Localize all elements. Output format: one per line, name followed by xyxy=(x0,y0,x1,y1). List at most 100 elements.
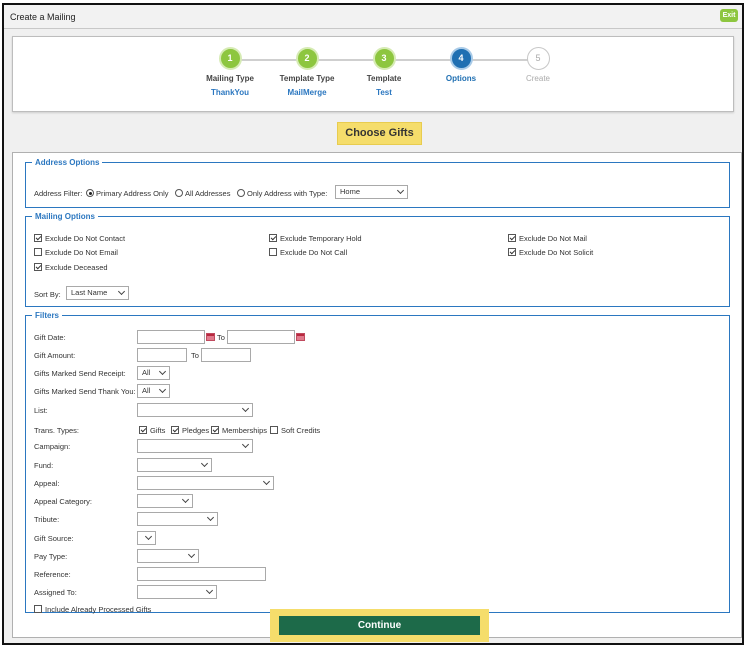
step-1-value: ThankYou xyxy=(210,88,250,97)
calendar-icon[interactable] xyxy=(206,333,215,341)
checkbox-icon xyxy=(171,426,179,434)
exit-button[interactable]: Exit xyxy=(720,9,738,22)
options-panel: Address Options Address Filter: Primary … xyxy=(12,152,742,638)
gift-date-label: Gift Date: xyxy=(34,333,66,342)
sort-by-select[interactable]: Last Name xyxy=(66,286,129,300)
send-thankyou-label: Gifts Marked Send Thank You: xyxy=(34,387,136,396)
checkbox-trans-gifts[interactable]: Gifts xyxy=(139,426,165,435)
send-receipt-select[interactable]: All xyxy=(137,366,170,380)
step-3-circle: 3 xyxy=(372,47,396,70)
step-template[interactable]: 3 Template Test xyxy=(354,47,414,97)
checkbox-icon xyxy=(270,426,278,434)
checkbox-icon xyxy=(34,234,42,242)
title-bar: Create a Mailing Exit xyxy=(4,5,742,29)
list-select[interactable] xyxy=(137,403,253,417)
checkbox-exclude-deceased[interactable]: Exclude Deceased xyxy=(34,263,108,272)
sort-by-label: Sort By: xyxy=(34,290,61,299)
gift-amount-to-label: To xyxy=(191,351,199,360)
dialog-title: Create a Mailing xyxy=(10,12,76,22)
chevron-down-icon xyxy=(206,513,215,522)
address-options-group: Address Options Address Filter: Primary … xyxy=(25,158,730,208)
radio-all-addresses[interactable]: All Addresses xyxy=(175,189,230,198)
chevron-down-icon xyxy=(117,287,126,296)
checkbox-exclude-do-not-email[interactable]: Exclude Do Not Email xyxy=(34,248,118,257)
radio-icon xyxy=(86,189,94,197)
tribute-select[interactable] xyxy=(137,512,218,526)
checkbox-icon xyxy=(34,248,42,256)
checkbox-icon xyxy=(34,263,42,271)
step-create: 5 Create xyxy=(508,47,568,83)
mailing-options-legend: Mailing Options xyxy=(35,212,95,221)
step-2-label: Template Type xyxy=(279,74,335,83)
campaign-label: Campaign: xyxy=(34,442,71,451)
checkbox-icon xyxy=(34,605,42,613)
checkbox-trans-memberships[interactable]: Memberships xyxy=(211,426,267,435)
pay-type-select[interactable] xyxy=(137,549,199,563)
appeal-category-label: Appeal Category: xyxy=(34,497,92,506)
gift-amount-to-input[interactable] xyxy=(201,348,251,362)
reference-input[interactable] xyxy=(137,567,266,581)
address-filter-label: Address Filter: xyxy=(34,189,83,198)
send-thankyou-select[interactable]: All xyxy=(137,384,170,398)
checkbox-exclude-do-not-call[interactable]: Exclude Do Not Call xyxy=(269,248,347,257)
continue-highlight: Continue xyxy=(270,609,489,642)
appeal-select[interactable] xyxy=(137,476,274,490)
fund-select[interactable] xyxy=(137,458,212,472)
gift-source-label: Gift Source: xyxy=(34,534,74,543)
continue-button[interactable]: Continue xyxy=(279,616,480,635)
step-5-label: Create xyxy=(525,74,550,83)
step-mailing-type[interactable]: 1 Mailing Type ThankYou xyxy=(200,47,260,97)
chevron-down-icon xyxy=(144,532,153,541)
list-label: List: xyxy=(34,406,48,415)
chevron-down-icon xyxy=(200,459,209,468)
chevron-down-icon xyxy=(181,495,190,504)
filters-group: Filters Gift Date: To Gift Amount: To Gi… xyxy=(25,311,730,614)
checkbox-exclude-do-not-contact[interactable]: Exclude Do Not Contact xyxy=(34,234,125,243)
gift-date-from-input[interactable] xyxy=(137,330,205,344)
address-options-legend: Address Options xyxy=(35,158,100,167)
choose-gifts-heading: Choose Gifts xyxy=(337,122,422,145)
appeal-category-select[interactable] xyxy=(137,494,193,508)
fund-label: Fund: xyxy=(34,461,54,470)
reference-label: Reference: xyxy=(34,570,71,579)
trans-types-label: Trans. Types: xyxy=(34,426,80,435)
radio-primary-address[interactable]: Primary Address Only xyxy=(86,189,169,198)
chevron-down-icon xyxy=(262,477,271,486)
gift-source-select[interactable] xyxy=(137,531,156,545)
assigned-to-label: Assigned To: xyxy=(34,588,77,597)
checkbox-icon xyxy=(508,234,516,242)
campaign-select[interactable] xyxy=(137,439,253,453)
step-template-type[interactable]: 2 Template Type MailMerge xyxy=(277,47,337,97)
assigned-to-select[interactable] xyxy=(137,585,217,599)
step-1-label: Mailing Type xyxy=(206,74,254,83)
chevron-down-icon xyxy=(396,186,405,195)
gift-date-to-input[interactable] xyxy=(227,330,295,344)
step-3-value: Test xyxy=(376,88,392,97)
checkbox-icon xyxy=(211,426,219,434)
checkbox-trans-pledges[interactable]: Pledges xyxy=(171,426,209,435)
step-2-circle: 2 xyxy=(295,47,319,70)
checkbox-icon xyxy=(508,248,516,256)
checkbox-exclude-temporary-hold[interactable]: Exclude Temporary Hold xyxy=(269,234,362,243)
gift-amount-label: Gift Amount: xyxy=(34,351,76,360)
radio-icon xyxy=(175,189,183,197)
step-4-label: Options xyxy=(445,74,477,83)
filters-legend: Filters xyxy=(35,311,60,320)
checkbox-exclude-do-not-mail[interactable]: Exclude Do Not Mail xyxy=(508,234,587,243)
radio-icon xyxy=(237,189,245,197)
checkbox-icon xyxy=(269,234,277,242)
chevron-down-icon xyxy=(205,586,214,595)
checkbox-include-processed[interactable]: Include Already Processed Gifts xyxy=(34,605,151,614)
step-options[interactable]: 4 Options xyxy=(431,47,491,83)
appeal-label: Appeal: xyxy=(34,479,60,488)
step-4-circle: 4 xyxy=(449,47,473,70)
step-5-circle: 5 xyxy=(526,47,550,70)
gift-amount-from-input[interactable] xyxy=(137,348,187,362)
checkbox-trans-soft-credits[interactable]: Soft Credits xyxy=(270,426,320,435)
address-type-select[interactable]: Home xyxy=(335,185,408,199)
chevron-down-icon xyxy=(187,550,196,559)
radio-address-with-type[interactable]: Only Address with Type: xyxy=(237,189,327,198)
checkbox-exclude-do-not-solicit[interactable]: Exclude Do Not Solicit xyxy=(508,248,593,257)
calendar-icon[interactable] xyxy=(296,333,305,341)
chevron-down-icon xyxy=(241,404,250,413)
